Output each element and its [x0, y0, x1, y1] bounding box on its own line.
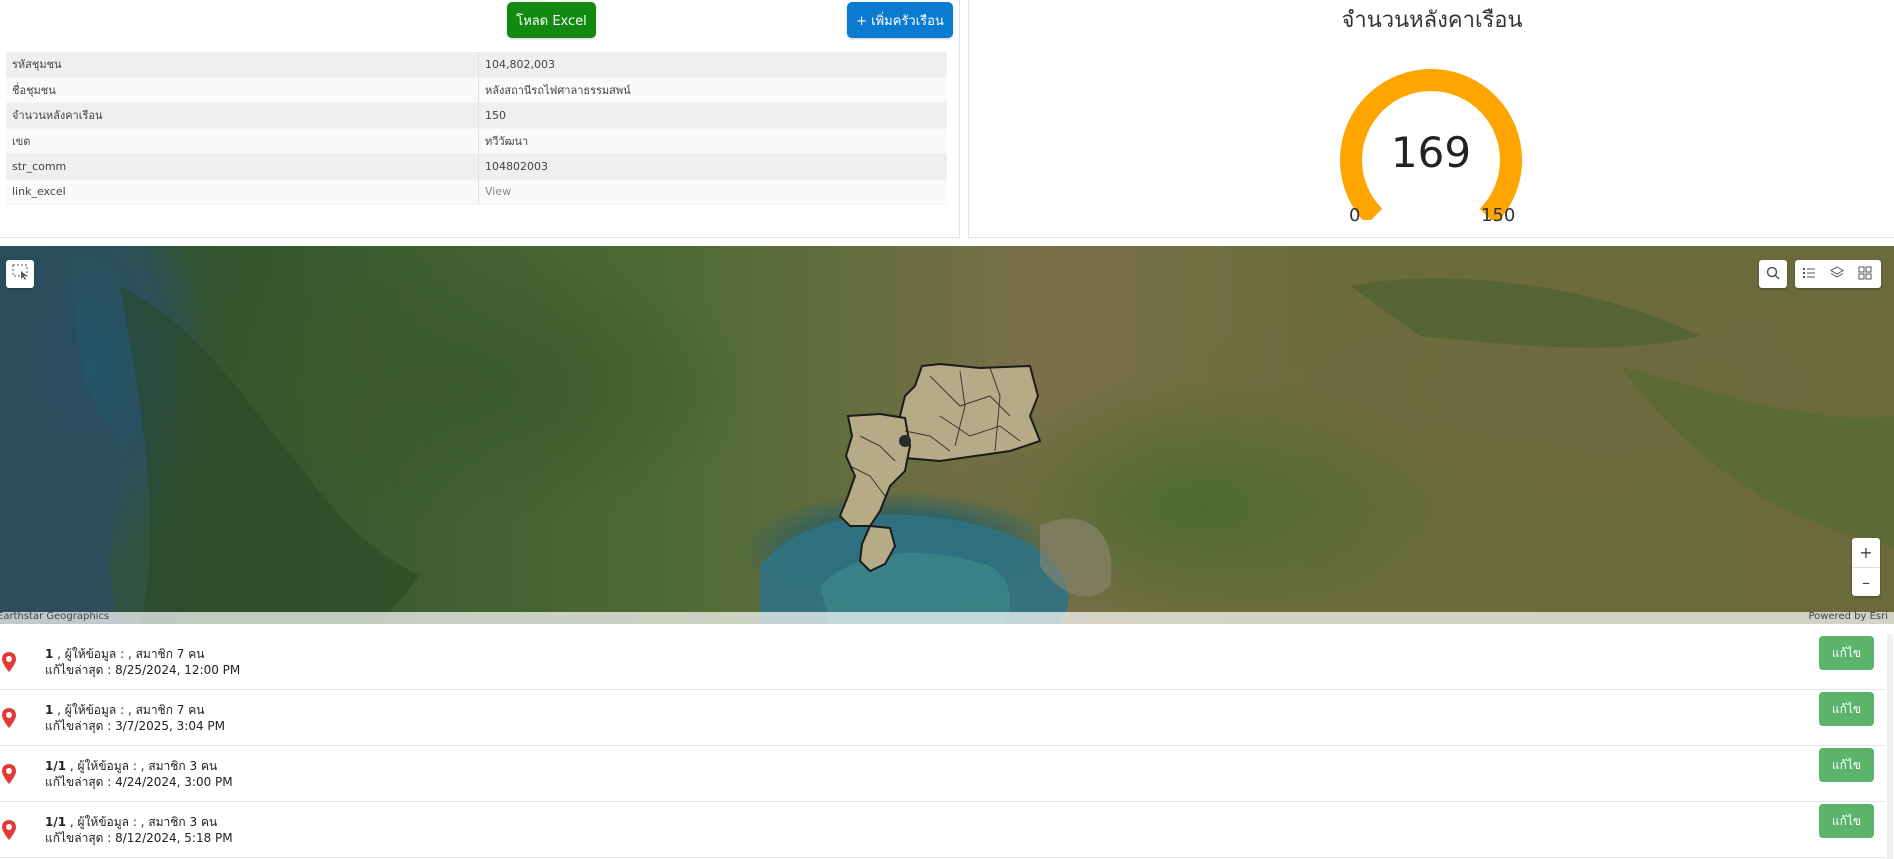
map-imagery: [0, 246, 1894, 624]
last-edited: แก้ไขล่าสุด : 3/7/2025, 3:04 PM: [45, 719, 225, 733]
attribution-right[interactable]: Powered by Esri: [1808, 611, 1888, 622]
edit-button[interactable]: แก้ไข: [1819, 748, 1874, 782]
household-id: 1/1: [45, 815, 67, 829]
info-value: ทวีวัฒนา: [478, 128, 947, 154]
info-key: str_comm: [6, 153, 479, 180]
table-row: link_excel View: [6, 179, 947, 205]
edit-button[interactable]: แก้ไข: [1819, 804, 1874, 838]
last-edited: แก้ไขล่าสุด : 8/12/2024, 5:18 PM: [45, 831, 233, 845]
list-scrollbar[interactable]: [1887, 634, 1893, 859]
map-attribution: Earthstar Geographics Powered by Esri: [0, 611, 1894, 624]
info-key: ชื่อชุมชน: [6, 77, 479, 103]
edit-button[interactable]: แก้ไข: [1819, 636, 1874, 670]
location-pin-icon: [2, 764, 16, 788]
search-icon: [1766, 265, 1780, 284]
info-value: 104802003: [478, 153, 947, 180]
household-provider: , ผู้ให้ข้อมูล : , สมาชิก 3 คน: [66, 815, 218, 829]
community-info-panel: โหลด Excel + เพิ่มครัวเรือน รหัสชุมชน 10…: [0, 0, 960, 238]
zoom-in-button[interactable]: +: [1852, 538, 1880, 568]
table-row: จำนวนหลังคาเรือน 150: [6, 102, 947, 129]
info-key: เขต: [6, 128, 479, 154]
layers-icon: [1830, 265, 1844, 284]
location-pin-icon: [2, 708, 16, 732]
last-edited: แก้ไขล่าสุด : 4/24/2024, 3:00 PM: [45, 775, 233, 789]
table-row: รหัสชุมชน 104,802,003: [6, 52, 947, 78]
location-pin-icon: [2, 820, 16, 844]
household-provider: , ผู้ให้ข้อมูล : , สมาชิก 7 คน: [53, 703, 205, 717]
list-item[interactable]: 1/1 , ผู้ให้ข้อมูล : , สมาชิก 3 คน แก้ไข…: [0, 802, 1885, 858]
download-excel-button[interactable]: โหลด Excel: [507, 2, 596, 38]
select-tool-button[interactable]: [6, 260, 34, 288]
gauge-title: จำนวนหลังคาเรือน: [1341, 8, 1523, 33]
layers-button[interactable]: [1823, 260, 1851, 288]
household-id: 1/1: [45, 759, 67, 773]
household-provider: , ผู้ให้ข้อมูล : , สมาชิก 7 คน: [53, 647, 205, 661]
legend-button[interactable]: [1795, 260, 1823, 288]
map-widget-toolbar: [1795, 260, 1881, 288]
household-list: 1 , ผู้ให้ข้อมูล : , สมาชิก 7 คน แก้ไขล่…: [0, 634, 1885, 858]
add-household-button[interactable]: + เพิ่มครัวเรือน: [847, 2, 953, 38]
location-pin-icon: [2, 652, 16, 676]
excel-view-link[interactable]: View: [478, 179, 947, 205]
info-key: link_excel: [6, 179, 479, 205]
community-info-table: รหัสชุมชน 104,802,003 ชื่อชุมชน หลังสถาน…: [6, 52, 947, 205]
info-value: 104,802,003: [478, 52, 947, 78]
basemap-gallery-button[interactable]: [1851, 260, 1879, 288]
list-icon: [1802, 265, 1816, 284]
gauge-min-label: 0: [1349, 205, 1361, 226]
basemap-gallery-icon: [1858, 265, 1872, 284]
list-item[interactable]: 1 , ผู้ให้ข้อมูล : , สมาชิก 7 คน แก้ไขล่…: [0, 634, 1885, 690]
attribution-left: Earthstar Geographics: [0, 611, 110, 622]
edit-button[interactable]: แก้ไข: [1819, 692, 1874, 726]
satellite-map[interactable]: + – Earthstar Geographics Powered by Esr…: [0, 246, 1894, 624]
household-provider: , ผู้ให้ข้อมูล : , สมาชิก 3 คน: [66, 759, 218, 773]
gauge-value: 169: [1390, 128, 1472, 177]
gauge-max-label: 150: [1481, 205, 1516, 226]
last-edited: แก้ไขล่าสุด : 8/25/2024, 12:00 PM: [45, 663, 241, 677]
info-key: จำนวนหลังคาเรือน: [6, 102, 479, 129]
table-row: เขต ทวีวัฒนา: [6, 128, 947, 154]
list-item[interactable]: 1/1 , ผู้ให้ข้อมูล : , สมาชิก 3 คน แก้ไข…: [0, 746, 1885, 802]
table-row: ชื่อชุมชน หลังสถานีรถไฟศาลาธรรมสพน์: [6, 77, 947, 103]
search-button[interactable]: [1759, 260, 1787, 288]
list-item[interactable]: 1 , ผู้ให้ข้อมูล : , สมาชิก 7 คน แก้ไขล่…: [0, 690, 1885, 746]
zoom-out-button[interactable]: –: [1852, 568, 1880, 597]
info-key: รหัสชุมชน: [6, 52, 479, 78]
info-value: หลังสถานีรถไฟศาลาธรรมสพน์: [478, 77, 947, 103]
select-icon: [12, 264, 28, 284]
info-value: 150: [478, 102, 947, 129]
household-gauge-panel: จำนวนหลังคาเรือน 169 0 150: [968, 0, 1894, 238]
zoom-control: + –: [1852, 538, 1880, 596]
table-row: str_comm 104802003: [6, 153, 947, 180]
